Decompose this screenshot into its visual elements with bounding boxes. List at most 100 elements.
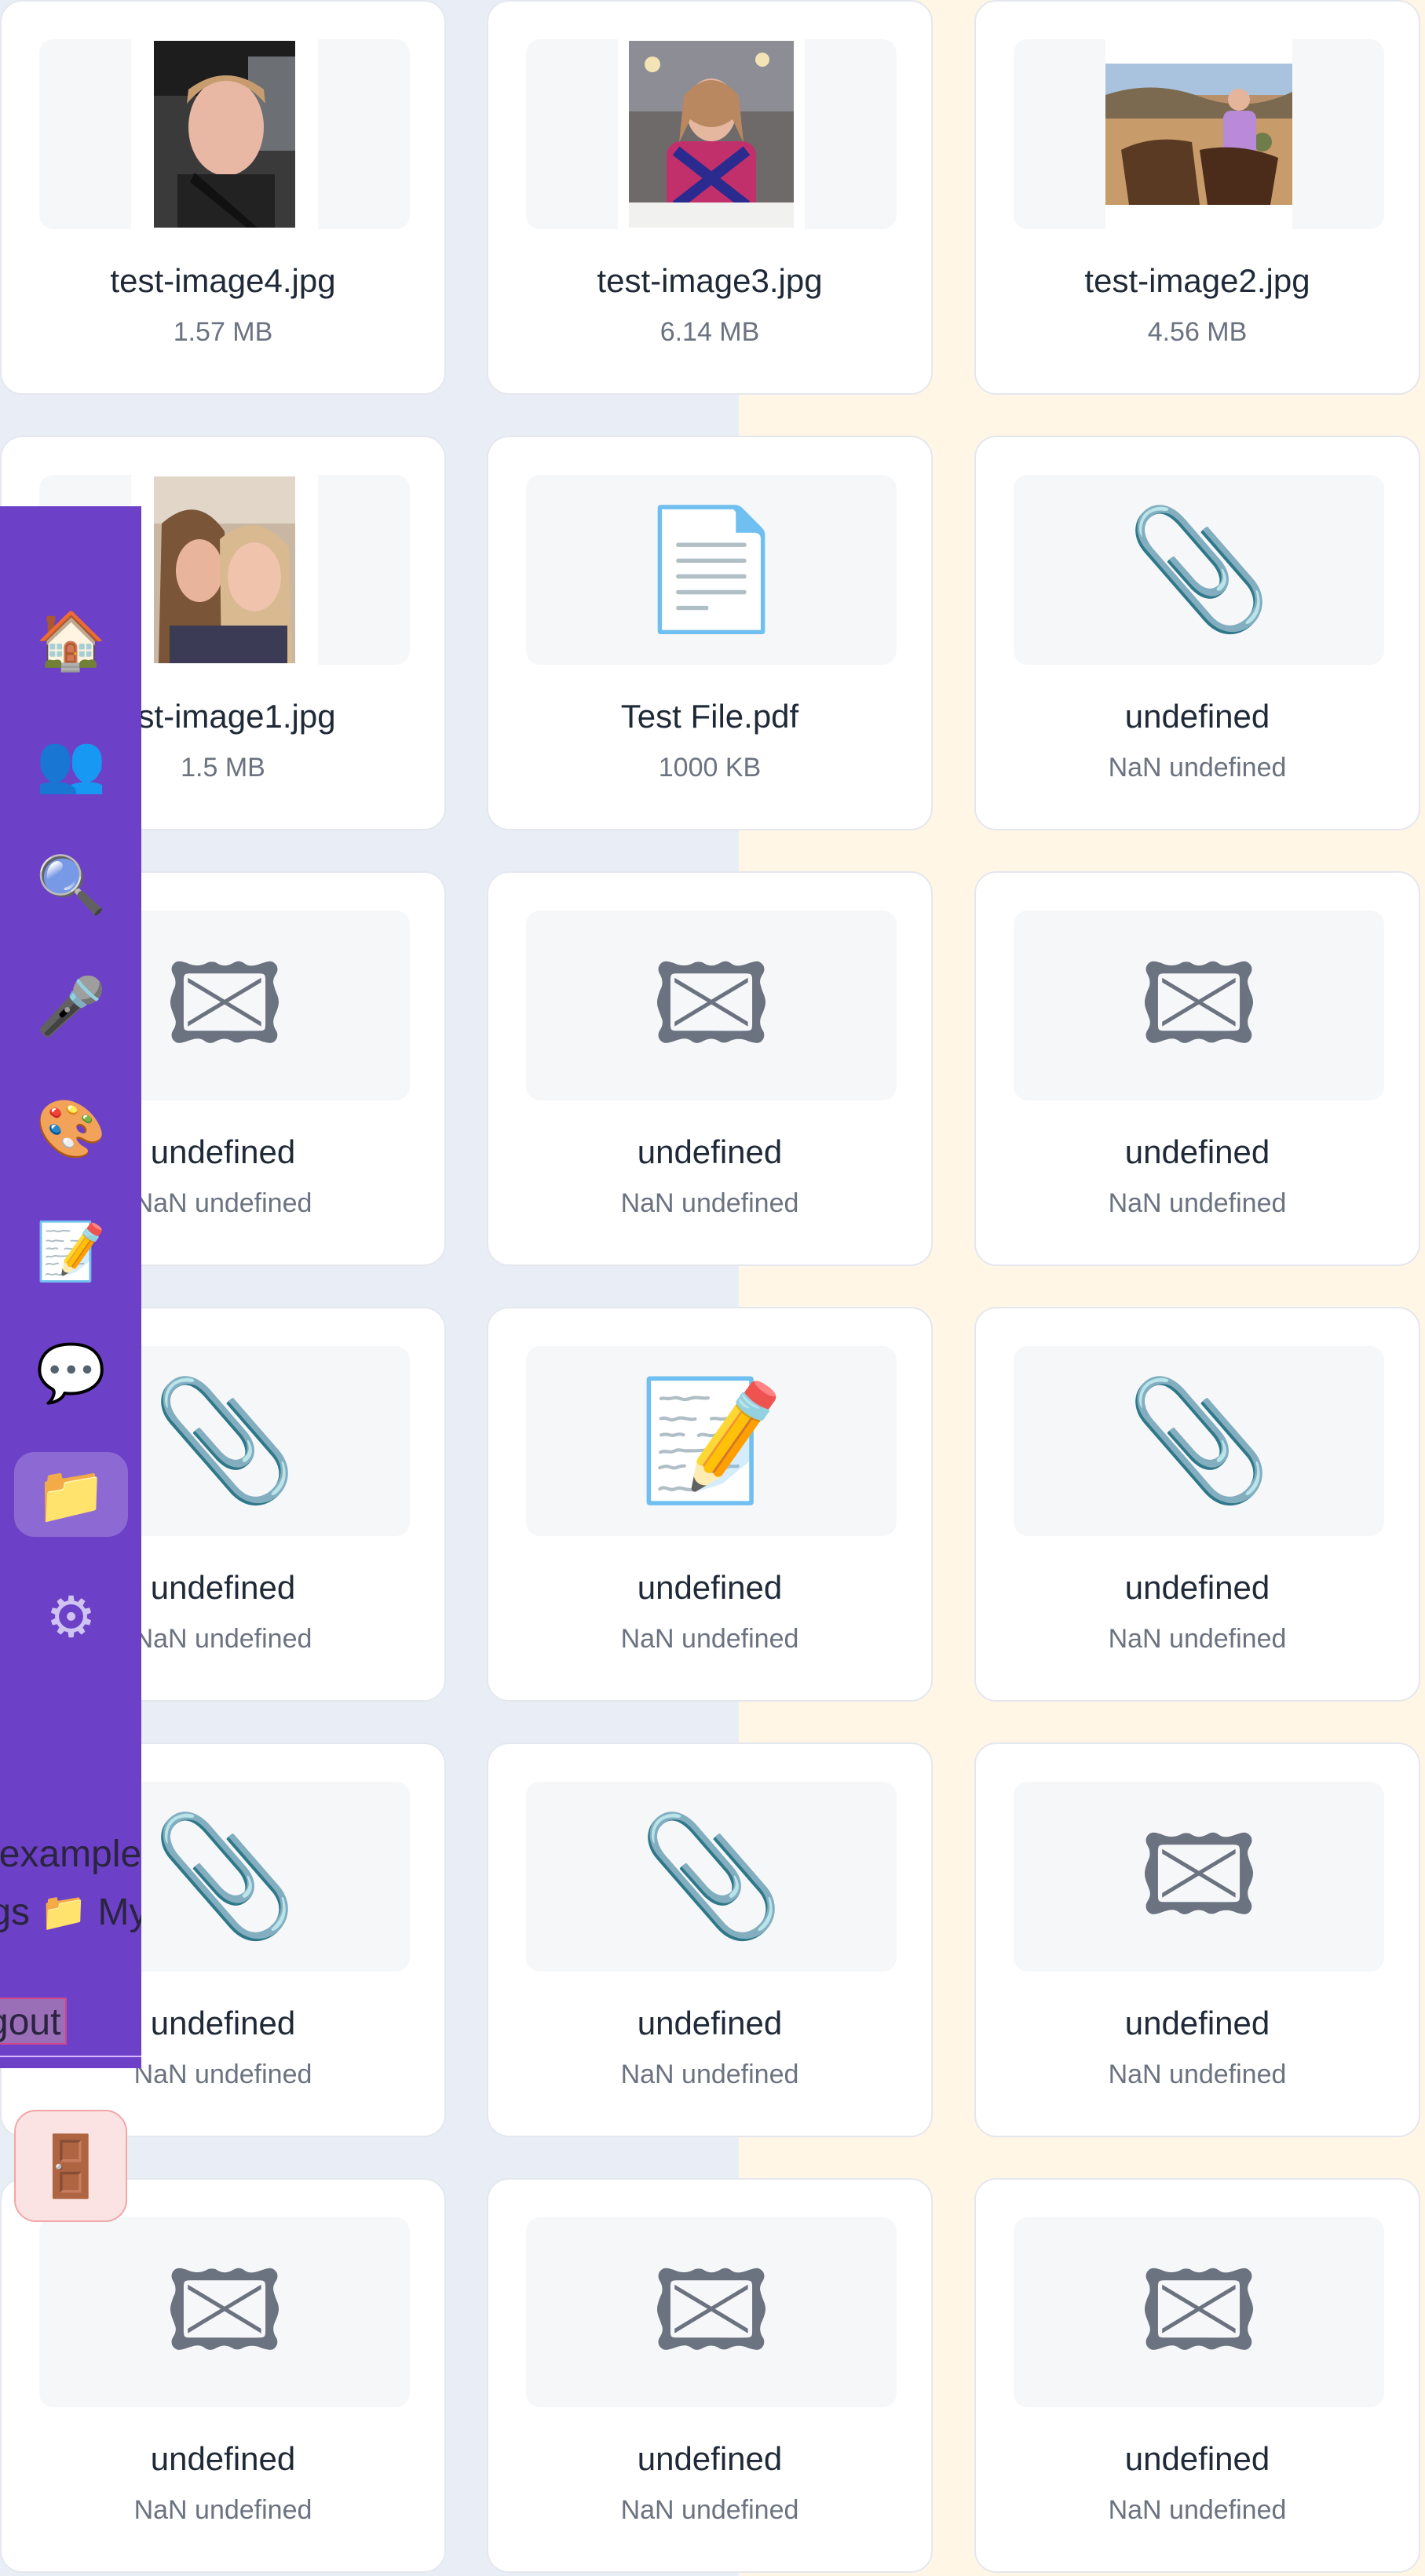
file-size: NaN undefined: [620, 1624, 799, 1654]
palette-icon: 🎨: [35, 1096, 107, 1162]
sidebar-item-search[interactable]: 🔍: [14, 842, 128, 927]
file-name: undefined: [637, 2440, 783, 2477]
file-thumbnail: 📝: [526, 1346, 897, 1536]
file-card[interactable]: 📄 Test File.pdf 1000 KB: [487, 436, 933, 830]
search-icon: 🔍: [35, 852, 107, 918]
sidebar: @example.com ings 📁 My gout 🏠 👥 🔍 🎤 🎨 📝 💬 📁 ⚙: [0, 506, 141, 2068]
file-thumbnail: 🖾: [1014, 1782, 1384, 1972]
file-name: test-image4.jpg: [110, 262, 336, 299]
file-card[interactable]: 📎 undefined NaN undefined: [487, 1742, 933, 2137]
photo-image: [629, 41, 794, 228]
file-card[interactable]: 🖾 undefined NaN undefined: [0, 2178, 446, 2573]
file-size: NaN undefined: [620, 2495, 799, 2525]
memo-icon: 📝: [35, 1218, 107, 1284]
file-card[interactable]: 🖾 undefined NaN undefined: [974, 2178, 1420, 2573]
photo-frame: [131, 39, 318, 229]
file-thumbnail: [526, 39, 897, 229]
file-card[interactable]: test-image4.jpg 1.57 MB: [0, 0, 446, 395]
file-thumbnail: 🖾: [1014, 2217, 1384, 2407]
user-email: @example.com: [0, 1833, 141, 1875]
picture-frame-icon: 🖾: [1138, 1812, 1259, 1940]
picture-frame-icon: 🖾: [1138, 2248, 1259, 2376]
picture-frame-icon: 🖾: [164, 2248, 285, 2376]
file-name: test-image2.jpg: [1084, 262, 1310, 299]
picture-frame-icon: 🖾: [651, 2248, 772, 2376]
file-card[interactable]: 🖾 undefined NaN undefined: [974, 871, 1420, 1266]
door-icon: 🚪: [33, 2130, 108, 2201]
photo-image: [154, 41, 295, 228]
sidebar-item-folder[interactable]: 📁: [14, 1452, 128, 1537]
file-thumbnail: 🖾: [1014, 910, 1384, 1100]
gear-icon: ⚙: [46, 1584, 97, 1650]
file-thumbnail: 📎: [1014, 475, 1384, 665]
microphone-icon: 🎤: [35, 973, 107, 1039]
document-icon: 📄: [638, 502, 785, 638]
file-card[interactable]: 📎 undefined NaN undefined: [974, 1307, 1420, 1702]
file-thumbnail: 📄: [526, 475, 897, 665]
sidebar-item-microphone[interactable]: 🎤: [14, 964, 128, 1049]
paperclip-icon: 📎: [151, 1808, 298, 1945]
file-card[interactable]: 📎 undefined NaN undefined: [974, 436, 1420, 830]
paperclip-icon: 📎: [1125, 502, 1273, 638]
picture-frame-icon: 🖾: [1138, 941, 1259, 1069]
file-name: undefined: [1124, 1569, 1270, 1606]
sidebar-item-palette[interactable]: 🎨: [14, 1086, 128, 1171]
sidebar-item-gear[interactable]: ⚙: [14, 1574, 128, 1659]
folder-icon: 📁: [35, 1461, 107, 1527]
file-thumbnail: 🖾: [39, 2217, 410, 2407]
memo-icon: 📝: [638, 1373, 785, 1509]
file-card[interactable]: 📝 undefined NaN undefined: [487, 1307, 933, 1702]
file-thumbnail: 🖾: [526, 910, 897, 1100]
picture-frame-icon: 🖾: [164, 941, 285, 1069]
file-name: test-image3.jpg: [597, 262, 823, 299]
photo-image: [154, 476, 295, 663]
file-card[interactable]: 🖾 undefined NaN undefined: [487, 2178, 933, 2573]
chat-icon: 💬: [35, 1340, 107, 1406]
logout-link[interactable]: gout: [0, 1998, 68, 2045]
sidebar-divider: [0, 2056, 141, 2057]
file-grid: test-image4.jpg 1.57 MB test-image3.jpg 6.1…: [0, 0, 1425, 2576]
paperclip-icon: 📎: [638, 1808, 785, 1945]
file-size: NaN undefined: [620, 1188, 799, 1218]
file-card[interactable]: test-image2.jpg 4.56 MB: [974, 0, 1420, 395]
file-size: 1.57 MB: [173, 317, 273, 347]
file-thumbnail: 🖾: [526, 2217, 897, 2407]
photo-frame: [1105, 39, 1292, 229]
file-thumbnail: 📎: [1014, 1346, 1384, 1536]
file-size: NaN undefined: [1108, 1188, 1287, 1218]
file-card[interactable]: 🖾 undefined NaN undefined: [974, 1742, 1420, 2137]
file-card[interactable]: test-image3.jpg 6.14 MB: [487, 0, 933, 395]
file-name: undefined: [1124, 2005, 1270, 2041]
sidebar-item-users[interactable]: 👥: [14, 721, 128, 805]
file-name: undefined: [637, 1133, 783, 1170]
home-icon: 🏠: [35, 608, 107, 673]
file-thumbnail: 📎: [526, 1782, 897, 1972]
file-size: 6.14 MB: [660, 317, 760, 347]
file-name: undefined: [1124, 2440, 1270, 2477]
logout-button[interactable]: 🚪: [14, 2110, 127, 2222]
picture-frame-icon: 🖾: [651, 941, 772, 1069]
file-name: Test File.pdf: [620, 698, 799, 735]
file-size: NaN undefined: [1108, 1624, 1287, 1654]
file-size: NaN undefined: [1108, 2060, 1287, 2089]
file-size: 1000 KB: [658, 753, 762, 783]
file-size: 4.56 MB: [1147, 317, 1248, 347]
users-icon: 👥: [35, 730, 107, 796]
file-name: undefined: [1124, 698, 1270, 735]
file-name: undefined: [150, 2440, 296, 2477]
file-size: NaN undefined: [1108, 2495, 1287, 2525]
file-thumbnail: [39, 39, 410, 229]
sidebar-item-home[interactable]: 🏠: [14, 598, 128, 683]
user-links[interactable]: ings 📁 My: [0, 1889, 141, 1934]
file-card[interactable]: 🖾 undefined NaN undefined: [487, 871, 933, 1266]
photo-frame: [131, 475, 318, 665]
sidebar-item-memo[interactable]: 📝: [14, 1209, 128, 1293]
paperclip-icon: 📎: [151, 1373, 298, 1509]
sidebar-item-chat[interactable]: 💬: [14, 1330, 128, 1415]
photo-frame: [618, 39, 805, 229]
file-size: NaN undefined: [620, 2060, 799, 2089]
file-size: NaN undefined: [1108, 753, 1287, 783]
file-name: undefined: [1124, 1133, 1270, 1170]
file-size: NaN undefined: [133, 2495, 312, 2525]
file-thumbnail: [1014, 39, 1384, 229]
